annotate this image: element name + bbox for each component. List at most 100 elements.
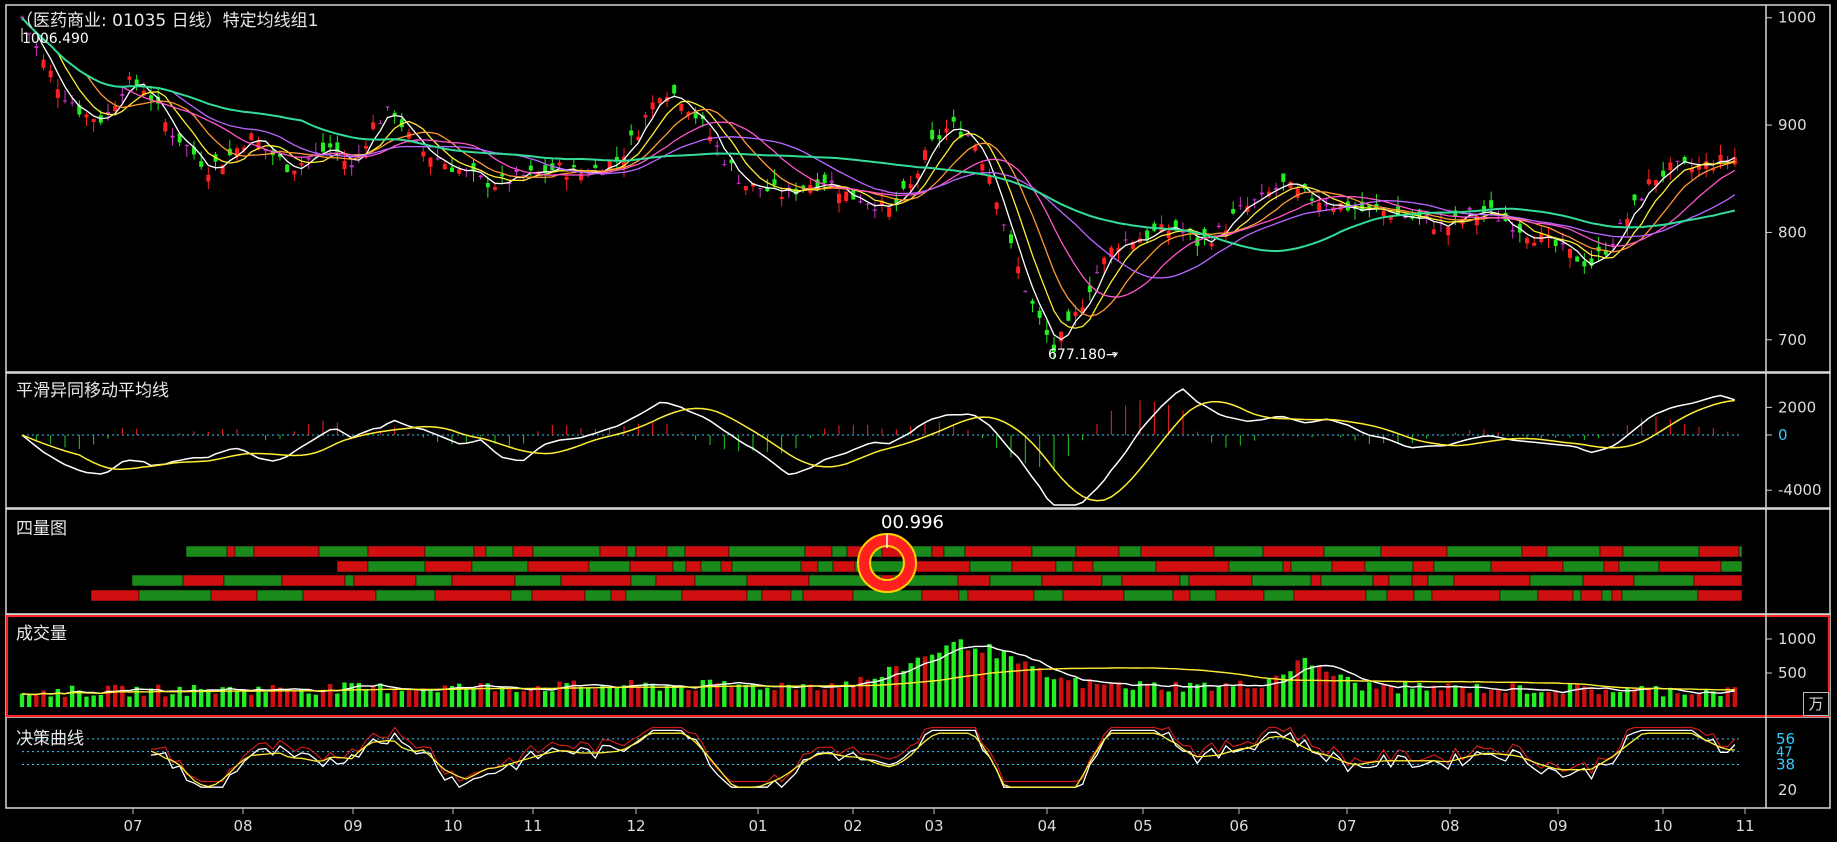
quad-segment xyxy=(1618,560,1660,573)
x-axis-label: 10 xyxy=(1653,817,1672,835)
x-axis-label: 05 xyxy=(1133,817,1152,835)
x-axis-label: 11 xyxy=(1735,817,1754,835)
volume-bar xyxy=(91,695,96,707)
ring-value-label: 00.996 xyxy=(881,512,944,533)
volume-bar xyxy=(1496,689,1501,707)
quad-segment xyxy=(599,545,628,558)
volume-bar xyxy=(1589,689,1594,707)
volume-bar xyxy=(155,684,161,707)
volume-bar xyxy=(507,688,512,707)
volume-bar xyxy=(26,695,32,707)
x-axis-label: 04 xyxy=(1037,817,1056,835)
volume-bar xyxy=(1109,683,1114,707)
quad-segment xyxy=(1412,560,1435,573)
volume-bar xyxy=(1001,650,1007,707)
candle-body xyxy=(1238,205,1243,207)
volume-bar xyxy=(421,688,426,707)
candle-body xyxy=(1023,290,1028,292)
volume-bar xyxy=(1567,683,1573,707)
volume-y-label: 1000 xyxy=(1778,630,1816,648)
volume-bar xyxy=(514,691,519,707)
quad-segment xyxy=(1179,574,1190,587)
volume-bar xyxy=(1123,688,1128,707)
macd-pane-frame xyxy=(5,372,1831,509)
volume-bar xyxy=(679,685,684,707)
volume-bar xyxy=(879,676,885,707)
volume-bar xyxy=(313,694,319,707)
candle-body xyxy=(672,84,677,94)
candle-body xyxy=(1037,310,1042,318)
quad-segment xyxy=(1603,560,1620,573)
candle-body xyxy=(930,130,935,140)
volume-bar xyxy=(191,684,197,707)
quad-segment xyxy=(473,545,487,558)
volume-bar xyxy=(1209,690,1214,707)
x-axis-label: 09 xyxy=(1548,817,1567,835)
candle-body xyxy=(887,207,892,217)
candle-body xyxy=(980,164,985,171)
volume-bar xyxy=(48,696,53,707)
volume-bar xyxy=(1302,657,1308,707)
volume-bar xyxy=(1316,666,1322,707)
quad-segment xyxy=(1582,574,1635,587)
candle-body xyxy=(837,193,841,204)
volume-bar xyxy=(1080,688,1085,707)
quad-segment xyxy=(1365,589,1388,602)
volume-bar xyxy=(1381,684,1386,707)
quad-segment xyxy=(1738,545,1743,558)
volume-bar xyxy=(1438,690,1444,707)
volume-bar xyxy=(19,693,25,707)
candle-body xyxy=(1510,230,1515,232)
price-pane-frame xyxy=(5,4,1831,373)
candle-body xyxy=(1675,160,1680,162)
candle-body xyxy=(1575,256,1580,262)
quad-segment xyxy=(1228,560,1284,573)
quad-segment xyxy=(1118,545,1142,558)
volume-bar xyxy=(69,685,75,707)
quad-segment xyxy=(1446,545,1523,558)
candle-body xyxy=(41,59,46,68)
volume-bar xyxy=(1345,676,1351,707)
volume-bar xyxy=(772,690,777,707)
quad-segment xyxy=(1411,574,1429,587)
quad-segment xyxy=(353,574,417,587)
quad-segment xyxy=(1720,560,1743,573)
volume-bar xyxy=(1546,692,1551,707)
candle-body xyxy=(127,76,132,80)
volume-bar xyxy=(1101,684,1107,707)
candle-body xyxy=(478,175,483,178)
quad-segment xyxy=(1580,589,1603,602)
quad-segment xyxy=(1633,574,1695,587)
volume-bar xyxy=(292,690,297,707)
quad-segment xyxy=(1698,545,1740,558)
quad-segment xyxy=(790,589,804,602)
candle-body xyxy=(657,98,662,104)
volume-bar xyxy=(62,696,68,707)
quad-segment xyxy=(967,589,1035,602)
volume-unit-button[interactable]: 万 xyxy=(1803,692,1829,716)
volume-bar xyxy=(550,691,555,707)
volume-bar xyxy=(249,694,254,707)
quad-segment xyxy=(832,560,856,573)
candle-body xyxy=(1381,210,1386,216)
volume-bar xyxy=(1553,690,1558,707)
volume-bar xyxy=(1051,679,1057,707)
volume-bar xyxy=(736,684,741,707)
macd-dif-line xyxy=(21,388,1736,506)
volume-bar xyxy=(1560,693,1566,707)
volume-bar xyxy=(886,666,892,707)
volume-bar xyxy=(1610,692,1616,707)
low-price-label: 677.180→ xyxy=(1048,347,1118,363)
volume-bar xyxy=(435,692,440,707)
quad-segment xyxy=(1072,560,1094,573)
volume-bar xyxy=(1116,682,1121,707)
quad-segment xyxy=(804,545,833,558)
candle-body xyxy=(1209,243,1214,247)
candle-body xyxy=(966,134,970,136)
quad-segment xyxy=(700,560,722,573)
candle-body xyxy=(342,160,347,170)
volume-bar xyxy=(1689,694,1695,707)
candle-body xyxy=(557,162,562,166)
volume-bar xyxy=(1295,660,1300,707)
quad-segment xyxy=(1041,574,1103,587)
